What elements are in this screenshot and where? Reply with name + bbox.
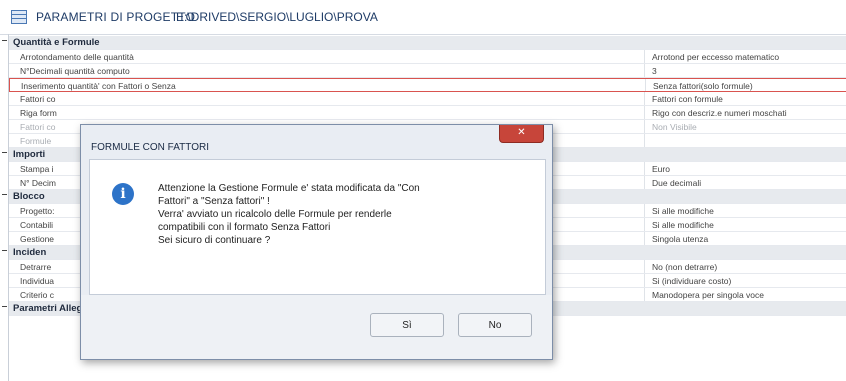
property-row[interactable]: Inserimento quantità' con Fattori o Senz… <box>9 78 846 92</box>
yes-button[interactable]: Sì <box>370 313 444 337</box>
property-value[interactable]: Manodopera per singola voce <box>652 290 846 300</box>
category-label: Quantità e Formule <box>13 37 100 48</box>
property-name: N°Decimali quantità computo <box>20 66 130 76</box>
message-line: Attenzione la Gestione Formule e' stata … <box>158 183 420 194</box>
window-title-bar: PARAMETRI DI PROGETTO E:\DRIVED\SERGIO\L… <box>0 0 846 35</box>
project-path: E:\DRIVED\SERGIO\LUGLIO\PROVA <box>176 10 378 24</box>
column-divider <box>644 274 645 287</box>
property-value[interactable]: Euro <box>652 164 846 174</box>
column-divider <box>644 232 645 245</box>
close-button[interactable]: ✕ <box>499 125 544 143</box>
property-value[interactable]: 3 <box>652 66 846 76</box>
column-divider <box>644 64 645 77</box>
category-header[interactable]: Quantità e Formule <box>2 36 846 50</box>
collapse-icon[interactable] <box>2 194 7 195</box>
dialog-message: Attenzione la Gestione Formule e' stata … <box>158 182 538 247</box>
dialog-footer: Sì No <box>81 295 552 359</box>
column-divider <box>644 92 645 105</box>
info-icon: i <box>112 183 134 205</box>
window-title: PARAMETRI DI PROGETTO <box>36 10 196 24</box>
property-value[interactable]: Non Visibile <box>652 122 846 132</box>
property-value[interactable]: Due decimali <box>652 178 846 188</box>
property-value[interactable]: Arrotond per eccesso matematico <box>652 52 846 62</box>
property-row[interactable]: N°Decimali quantità computo 3 <box>9 64 846 78</box>
column-divider <box>644 134 645 147</box>
property-value[interactable]: Rigo con descriz.e numeri moschati <box>652 108 846 118</box>
property-row[interactable]: Riga form Rigo con descriz.e numeri mosch… <box>9 106 846 120</box>
column-divider <box>644 50 645 63</box>
collapse-icon[interactable] <box>2 250 7 251</box>
column-divider <box>644 176 645 189</box>
column-divider <box>645 79 646 91</box>
column-divider <box>644 120 645 133</box>
property-name: Arrotondamento delle quantità <box>20 52 134 62</box>
column-divider <box>644 162 645 175</box>
column-divider <box>644 204 645 217</box>
dialog-body: i Attenzione la Gestione Formule e' stat… <box>89 159 546 295</box>
property-value[interactable]: Si alle modifiche <box>652 206 846 216</box>
column-divider <box>644 218 645 231</box>
dialog-title: FORMULE CON FATTORI <box>91 142 209 153</box>
column-divider <box>644 260 645 273</box>
property-value[interactable]: Si (individuare costo) <box>652 276 846 286</box>
collapse-icon[interactable] <box>2 306 7 307</box>
property-value[interactable]: Singola utenza <box>652 234 846 244</box>
message-line: Fattori" a "Senza fattori" ! <box>158 196 270 207</box>
property-value[interactable]: Si alle modifiche <box>652 220 846 230</box>
column-divider <box>644 106 645 119</box>
message-line: Sei sicuro di continuare ? <box>158 235 271 246</box>
collapse-icon[interactable] <box>2 40 7 41</box>
app-grid-icon <box>11 10 27 24</box>
message-line: Verra' avviato un ricalcolo delle Formul… <box>158 209 392 220</box>
collapse-icon[interactable] <box>2 152 7 153</box>
property-name: Riga form <box>20 108 57 118</box>
column-divider <box>644 288 645 301</box>
property-row[interactable]: Arrotondamento delle quantità Arrotond pe… <box>9 50 846 64</box>
property-value[interactable]: Fattori con formule <box>652 94 846 104</box>
confirm-dialog: FORMULE CON FATTORI ✕ i Attenzione la Ge… <box>80 124 553 360</box>
property-name: Fattori co <box>20 94 56 104</box>
no-button[interactable]: No <box>458 313 532 337</box>
property-value[interactable]: No (non detrarre) <box>652 262 846 272</box>
property-name: Inserimento quantità' con Fattori o Senz… <box>21 81 176 91</box>
message-line: compatibili con il formato Senza Fattori <box>158 222 331 233</box>
property-value[interactable]: Senza fattori(solo formule) <box>653 81 846 91</box>
property-row[interactable]: Fattori co Fattori con formule <box>9 92 846 106</box>
